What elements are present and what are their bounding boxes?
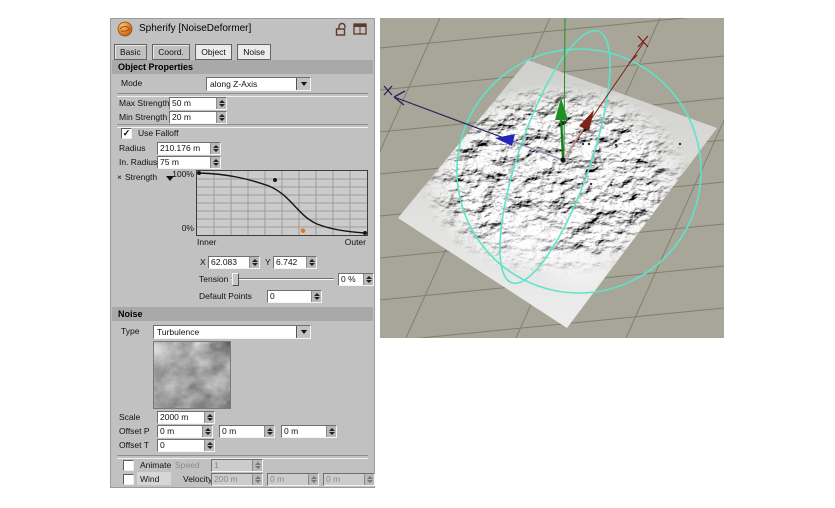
scale-label: Scale	[119, 412, 141, 422]
min-strength-label: Min Strength	[119, 112, 168, 122]
use-falloff-checkbox[interactable]: ✓	[121, 128, 132, 139]
speed-field: 1	[211, 459, 263, 472]
falloff-curve-editor[interactable]	[196, 170, 368, 236]
in-radius-label: In. Radius	[119, 157, 158, 167]
spherify-icon	[117, 21, 133, 37]
point-y-field[interactable]: 6.742	[273, 256, 317, 269]
dropdown-arrow-icon[interactable]	[296, 78, 310, 90]
min-strength-field[interactable]: 20 m	[169, 111, 227, 124]
spinner-icon	[308, 474, 318, 485]
mode-select[interactable]: along Z-Axis	[206, 77, 311, 91]
velocity-z-field: 0 m	[323, 473, 375, 486]
use-falloff-label: Use Falloff	[138, 128, 179, 138]
dropdown-arrow-icon[interactable]	[296, 326, 310, 338]
tension-slider[interactable]	[231, 273, 334, 286]
tab-coord[interactable]: Coord.	[152, 44, 190, 60]
spinner-icon[interactable]	[249, 257, 259, 268]
mode-label: Mode	[121, 78, 143, 88]
spinner-icon[interactable]	[204, 412, 214, 423]
spinner-icon[interactable]	[326, 426, 336, 437]
offset-t-field[interactable]: 0	[157, 439, 215, 452]
max-strength-label: Max Strength	[119, 98, 170, 108]
curve-xmax-label: Outer	[344, 237, 366, 247]
radius-label: Radius	[119, 143, 146, 153]
slider-thumb[interactable]	[232, 273, 239, 286]
spinner-icon	[252, 474, 262, 485]
point-y-label: Y	[265, 257, 271, 267]
tension-label: Tension	[199, 274, 229, 284]
wind-checkbox[interactable]	[123, 474, 134, 485]
point-x-label: X	[200, 257, 206, 267]
object-origin[interactable]	[560, 157, 566, 163]
curve-point[interactable]	[273, 178, 277, 182]
max-strength-field[interactable]: 50 m	[169, 97, 227, 110]
speed-label: Speed	[175, 460, 200, 470]
offset-p-x-field[interactable]: 0 m	[157, 425, 213, 438]
tab-bar: Basic Coord. Object Noise	[114, 42, 272, 60]
offset-p-label: Offset P	[119, 426, 150, 436]
noise-type-select[interactable]: Turbulence	[153, 325, 311, 339]
strength-axis-label: Strength	[125, 172, 158, 182]
spinner-icon[interactable]	[216, 112, 226, 123]
spinner-icon[interactable]	[311, 291, 321, 302]
curve-ymax-label: 100%	[172, 169, 194, 179]
radius-field[interactable]: 210.176 m	[157, 142, 221, 155]
curve-point[interactable]	[197, 171, 201, 175]
tab-object[interactable]: Object	[195, 44, 232, 60]
attribute-manager-panel: Spherify [NoiseDeformer] Basic Coord. Ob…	[110, 18, 375, 488]
spinner-icon	[252, 460, 262, 471]
panel-title: Spherify [NoiseDeformer]	[139, 23, 252, 34]
spinner-icon[interactable]	[216, 98, 226, 109]
default-points-label: Default Points	[199, 291, 252, 301]
wind-label: Wind	[140, 474, 160, 484]
spinner-icon[interactable]	[204, 440, 214, 451]
point-x-field[interactable]: 62.083	[208, 256, 260, 269]
tab-basic[interactable]: Basic	[114, 44, 147, 60]
curve-point[interactable]	[363, 231, 367, 235]
strength-axis-prefix: ×	[117, 172, 122, 182]
animate-checkbox[interactable]	[123, 460, 134, 471]
tab-noise[interactable]: Noise	[237, 44, 271, 60]
default-points-field[interactable]: 0	[267, 290, 322, 303]
3d-viewport[interactable]	[295, 13, 835, 343]
spinner-icon[interactable]	[363, 274, 373, 285]
curve-point-selected[interactable]	[300, 228, 306, 233]
curve-ymin-label: 0%	[181, 223, 194, 233]
noise-header: Noise	[112, 307, 373, 321]
spinner-icon[interactable]	[202, 426, 212, 437]
screen: Spherify [NoiseDeformer] Basic Coord. Ob…	[0, 0, 835, 508]
curve-xmin-label: Inner	[197, 237, 217, 247]
offset-p-z-field[interactable]: 0 m	[281, 425, 337, 438]
spinner-icon[interactable]	[306, 257, 316, 268]
lock-open-icon[interactable]	[335, 22, 348, 36]
noise-preview	[153, 341, 231, 409]
spinner-icon	[364, 474, 374, 485]
scale-field[interactable]: 2000 m	[157, 411, 215, 424]
spinner-icon[interactable]	[210, 157, 220, 168]
object-properties-header: Object Properties	[112, 60, 373, 74]
tension-field[interactable]: 0 %	[338, 273, 374, 286]
velocity-y-field: 0 m	[267, 473, 319, 486]
spinner-icon[interactable]	[210, 143, 220, 154]
noise-type-label: Type	[121, 326, 140, 336]
velocity-label: Velocity	[183, 474, 213, 484]
manager-window-icon[interactable]	[353, 23, 367, 35]
spinner-icon[interactable]	[264, 426, 274, 437]
animate-label: Animate	[140, 460, 172, 470]
offset-t-label: Offset T	[119, 440, 149, 450]
velocity-x-field: 200 m	[211, 473, 263, 486]
offset-p-y-field[interactable]: 0 m	[219, 425, 275, 438]
